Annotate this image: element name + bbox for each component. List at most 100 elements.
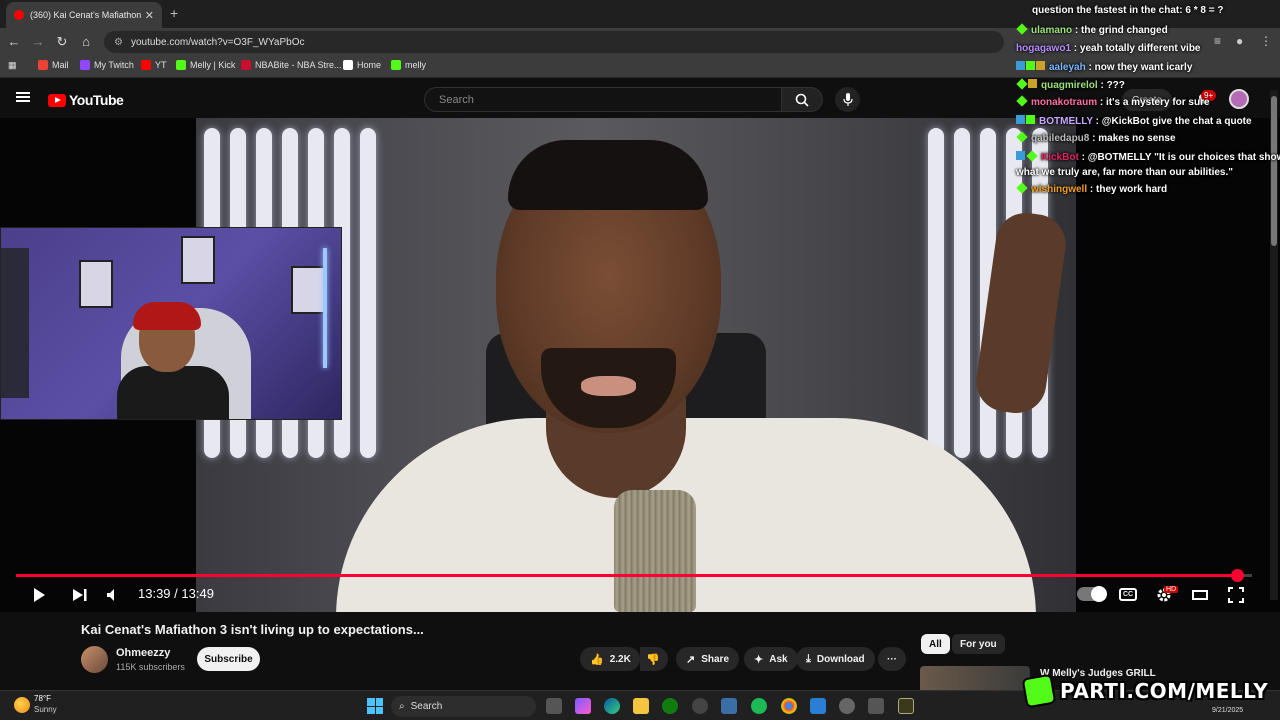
kick-icon (176, 60, 186, 70)
kick-badge-icon (1026, 150, 1038, 162)
chat-message-continued: what we truly are, far more than our abi… (1016, 167, 1234, 178)
podcast-microphone (614, 490, 696, 612)
photos-icon[interactable] (810, 698, 826, 714)
back-icon[interactable]: ← (6, 34, 22, 49)
xbox-icon[interactable] (662, 698, 678, 714)
edge-browser-icon[interactable] (604, 698, 620, 714)
gift-badge-icon (1036, 61, 1045, 70)
fullscreen-icon[interactable] (1228, 587, 1244, 603)
bookmark-mail[interactable]: Mail (38, 60, 69, 70)
chat-username: ulamano (1031, 25, 1073, 36)
chip-all[interactable]: All (921, 634, 950, 654)
chat-username: aaleyah (1049, 62, 1086, 73)
home-icon[interactable]: ⌂ (78, 34, 94, 49)
chat-message: monakotraum : it's a mystery for sure (1016, 95, 1210, 108)
chat-message: ulamano : the grind changed (1016, 23, 1168, 36)
forward-icon[interactable]: → (30, 34, 46, 49)
site-info-icon[interactable]: ⚙ (114, 37, 123, 48)
store-icon[interactable] (721, 698, 737, 714)
chat-message: wishingwell : they work hard (1016, 182, 1167, 195)
captions-icon[interactable]: CC (1119, 588, 1137, 601)
chat-username: quagmirelol (1041, 80, 1098, 91)
x-icon (343, 60, 353, 70)
taskbar-search-box[interactable]: ⌕ Search (391, 696, 536, 717)
parti-url-text: PARTI.COM/MELLY (1060, 679, 1269, 703)
mic-icon (842, 92, 853, 106)
apps-grid-icon[interactable]: ▦ (8, 60, 17, 71)
address-bar[interactable]: ⚙ youtube.com/watch?v=O3F_WYaPbOc (104, 31, 1004, 53)
voice-search-button[interactable] (835, 87, 860, 112)
copilot-icon[interactable] (575, 698, 591, 714)
windows-start-icon[interactable] (367, 698, 383, 714)
app-icon[interactable] (868, 698, 884, 714)
youtube-play-icon (48, 93, 66, 107)
chat-message: hogagawo1 : yeah totally different vibe (1016, 43, 1201, 54)
subscribe-button[interactable]: Subscribe (197, 647, 260, 671)
subscriber-count: 115K subscribers (116, 662, 185, 672)
share-icon: ↗ (686, 653, 696, 666)
play-icon[interactable] (31, 587, 47, 603)
weather-sun-icon[interactable] (14, 697, 30, 713)
kick-badge-icon (1016, 131, 1028, 143)
subscriber-badge-icon (1016, 61, 1025, 70)
bookmark-melly[interactable]: melly (391, 60, 426, 70)
autoplay-toggle[interactable] (1077, 586, 1107, 602)
bookmark-my-twitch[interactable]: My Twitch (80, 60, 134, 70)
download-icon: ⤓ (806, 652, 811, 665)
search-icon: ⌕ (399, 701, 405, 712)
bookmark-nbabite[interactable]: NBABite - NBA Stre... (241, 60, 342, 70)
next-video-icon[interactable] (72, 588, 88, 602)
bookmark-melly-kick[interactable]: Melly | Kick (176, 60, 235, 70)
media-player-icon[interactable] (839, 698, 855, 714)
share-button[interactable]: ↗ Share (676, 647, 740, 671)
file-explorer-icon[interactable] (633, 698, 649, 714)
chat-username: hogagawo1 (1016, 43, 1072, 54)
thumbs-down-icon: 👎 (646, 653, 660, 666)
kick-badge-icon (1016, 182, 1028, 194)
nba-icon (241, 60, 251, 70)
verified-badge-icon (1026, 115, 1035, 124)
spotify-icon[interactable] (751, 698, 767, 714)
tab-close-icon[interactable]: ✕ (145, 9, 154, 22)
sparkle-icon: ✦ (754, 653, 764, 666)
chip-for-you[interactable]: For you (952, 634, 1005, 654)
task-view-icon[interactable] (546, 698, 562, 714)
more-actions-button[interactable]: ··· (878, 647, 906, 671)
kick-badge-icon (1016, 23, 1028, 35)
weather-condition: Sunny (34, 705, 57, 714)
theater-mode-icon[interactable] (1192, 590, 1208, 600)
bookmark-yt[interactable]: YT (141, 60, 167, 70)
like-button[interactable]: 👍 2.2K (580, 647, 640, 671)
streamer-webcam-overlay (0, 227, 342, 420)
bookmark-home[interactable]: Home (343, 60, 381, 70)
chat-username: wishingwell (1031, 184, 1088, 195)
reload-icon[interactable]: ↻ (54, 34, 70, 50)
ask-button[interactable]: ✦ Ask (744, 647, 798, 671)
kick-logo-icon (1021, 673, 1057, 709)
dislike-button[interactable]: 👎 (640, 647, 668, 671)
download-button[interactable]: ⤓ Download (796, 647, 875, 671)
search-button[interactable] (781, 87, 823, 112)
weather-temperature: 78°F (34, 694, 51, 703)
chat-username: KickBot (1041, 152, 1079, 163)
channel-name[interactable]: Ohmeezzy (116, 647, 170, 659)
chat-message: aaleyah : now they want icarly (1016, 61, 1192, 73)
youtube-favicon-icon (14, 10, 24, 20)
youtube-icon (141, 60, 151, 70)
hd-badge: HD (1164, 586, 1179, 593)
video-progress-fill (16, 574, 1238, 577)
chrome-icon[interactable] (781, 698, 797, 714)
gift-badge-icon (1028, 79, 1037, 88)
volume-icon[interactable] (106, 588, 120, 602)
new-tab-icon[interactable]: + (170, 5, 178, 21)
tab-title: (360) Kai Cenat's Mafiathon 3 is (30, 10, 141, 20)
channel-avatar[interactable] (81, 646, 108, 673)
browser-tab[interactable]: (360) Kai Cenat's Mafiathon 3 is ✕ (6, 2, 162, 28)
chat-username: monakotraum (1031, 97, 1098, 108)
video-progress-bar[interactable] (16, 569, 1252, 582)
menu-icon[interactable] (16, 92, 30, 102)
search-input[interactable]: Search (424, 87, 782, 112)
github-icon[interactable] (692, 698, 708, 714)
obs-icon[interactable] (898, 698, 914, 714)
youtube-logo[interactable]: YouTube (48, 92, 124, 108)
